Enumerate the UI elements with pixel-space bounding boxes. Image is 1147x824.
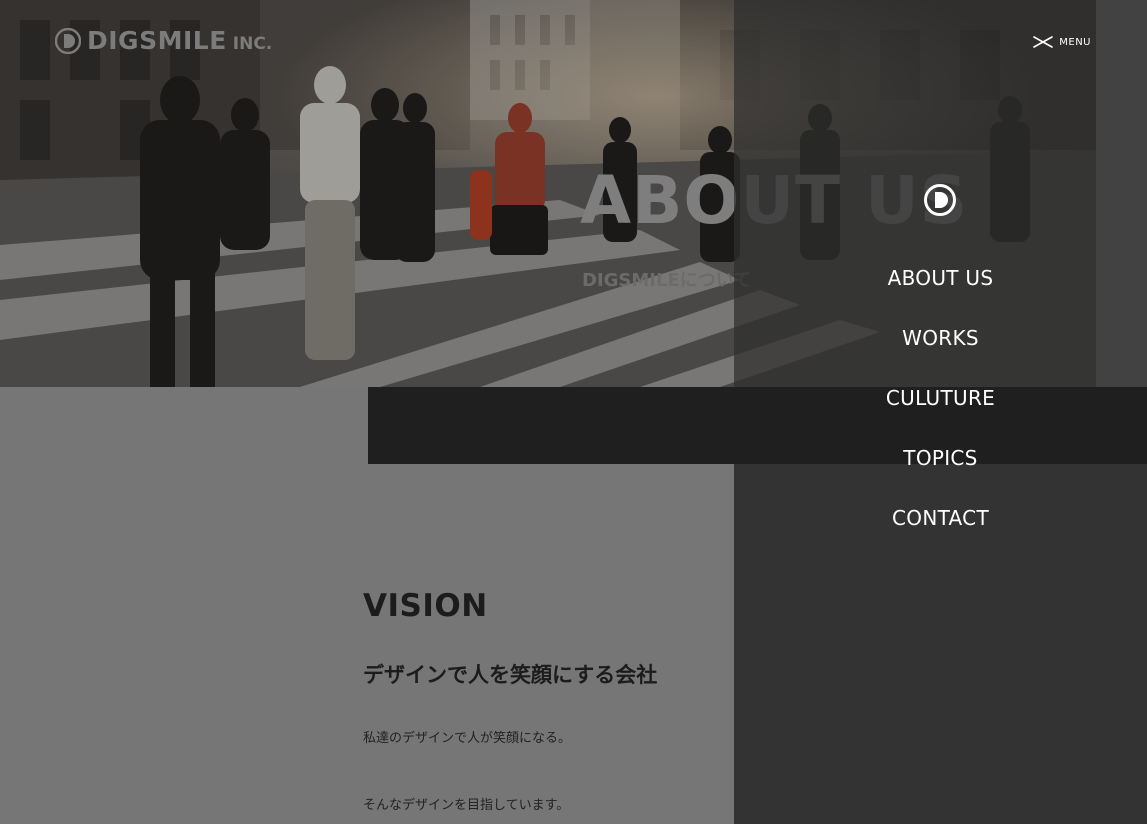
digsmile-d-logo-icon — [55, 27, 81, 54]
brand-suffix: INC. — [232, 33, 273, 54]
vision-section: VISION デザインで人を笑顔にする会社 私達のデザインで人が笑顔になる。 そ… — [363, 588, 723, 813]
about-page: DIGSMILE INC. ABOUT US DIGSMILEについて VISI… — [0, 0, 1147, 824]
menu-close-button[interactable]: MENU — [1033, 36, 1091, 48]
nav-link-topics[interactable]: TOPICS — [734, 442, 1147, 502]
hero-subtitle: DIGSMILEについて — [582, 270, 752, 291]
vision-paragraph: 私達のデザインで人が笑顔になる。 — [363, 731, 572, 746]
nav-link-contact[interactable]: CONTACT — [734, 502, 1147, 562]
nav-link-culture[interactable]: CULUTURE — [734, 382, 1147, 442]
menu-overlay: MENU ABOUT US WORKS CULUTURE TOPICS CONT… — [734, 0, 1147, 824]
vision-lead: デザインで人を笑顔にする会社 — [363, 663, 658, 687]
nav-link-about-us[interactable]: ABOUT US — [734, 262, 1147, 322]
digsmile-d-logo-icon — [924, 184, 956, 216]
brand-name: DIGSMILE — [87, 26, 227, 55]
brand-logo[interactable]: DIGSMILE INC. — [55, 26, 272, 55]
menu-toggle-label: MENU — [1059, 36, 1091, 48]
vision-paragraph: そんなデザインを目指しています。 — [363, 798, 570, 813]
vision-heading: VISION — [363, 588, 488, 624]
nav-link-works[interactable]: WORKS — [734, 322, 1147, 382]
close-x-icon — [1033, 36, 1054, 48]
main-nav: ABOUT US WORKS CULUTURE TOPICS CONTACT — [734, 262, 1147, 562]
